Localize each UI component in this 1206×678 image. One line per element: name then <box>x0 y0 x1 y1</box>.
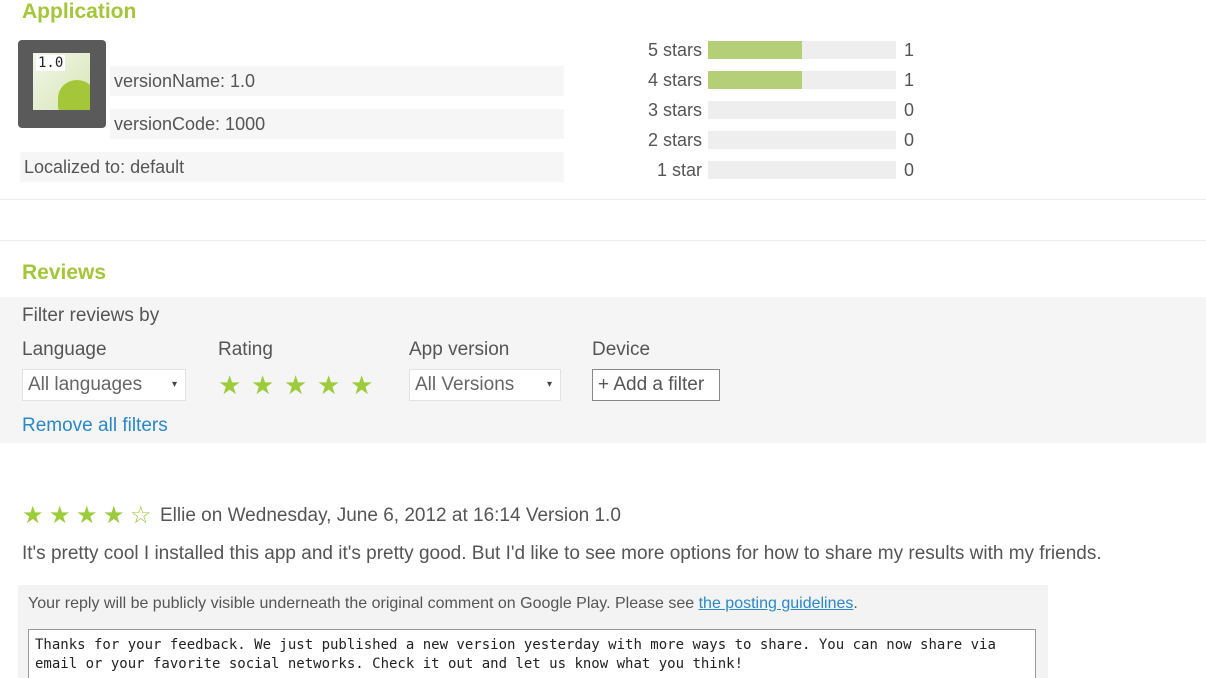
star-icon[interactable]: ★ <box>317 372 340 398</box>
android-robot-icon <box>58 80 90 110</box>
rating-count: 1 <box>904 70 915 90</box>
review-meta: Ellie on Wednesday, June 6, 2012 at 16:1… <box>160 505 621 526</box>
star-filled-icon: ★ <box>49 502 71 529</box>
remove-all-filters-link[interactable]: Remove all filters <box>22 415 168 437</box>
rating-bar-track <box>708 101 896 119</box>
rating-count: 0 <box>904 100 915 120</box>
app-version-select[interactable]: All Versions ▾ <box>409 369 561 401</box>
app-icon: 1.0 <box>18 40 106 128</box>
app-icon-label: 1.0 <box>36 55 66 71</box>
dropdown-caret-icon: ▾ <box>171 379 177 390</box>
rating-bar-track <box>708 71 896 89</box>
language-select-value: All languages <box>28 374 143 395</box>
reply-textarea[interactable]: Thanks for your feedback. We just publis… <box>28 629 1036 678</box>
reviews-panel: Reviews Filter reviews by Language All l… <box>0 240 1206 678</box>
dropdown-caret-icon: ▾ <box>546 379 552 390</box>
rating-label: 2 stars <box>647 130 702 150</box>
reviews-title: Reviews <box>22 261 107 284</box>
application-title: Application <box>22 0 137 23</box>
reply-note-text: Your reply will be publicly visible unde… <box>28 595 699 612</box>
review-body: It's pretty cool I installed this app an… <box>22 543 1102 564</box>
rating-label: 1 star <box>656 160 702 180</box>
rating-bar-fill <box>708 71 802 89</box>
rating-label: 3 stars <box>647 100 702 120</box>
android-icon: 1.0 <box>33 53 90 110</box>
localized-to: Localized to: default <box>20 152 564 182</box>
posting-guidelines-link[interactable]: the posting guidelines <box>699 595 854 612</box>
rating-bar-fill <box>708 41 802 59</box>
version-name: versionName: 1.0 <box>110 66 564 96</box>
star-icon[interactable]: ★ <box>350 372 373 398</box>
rating-count: 0 <box>904 130 915 150</box>
language-label: Language <box>22 339 107 360</box>
device-label: Device <box>592 339 651 360</box>
star-empty-icon: ☆ <box>130 502 152 529</box>
reply-note: Your reply will be publicly visible unde… <box>28 595 858 613</box>
rating-row: 3 stars 0 <box>636 99 936 121</box>
reply-box: Your reply will be publicly visible unde… <box>18 585 1048 678</box>
rating-row: 4 stars 1 <box>636 69 936 91</box>
rating-count: 1 <box>904 40 915 60</box>
star-filled-icon: ★ <box>22 502 44 529</box>
star-filled-icon: ★ <box>103 502 125 529</box>
rating-label: 5 stars <box>647 40 702 60</box>
rating-bar-track <box>708 161 896 179</box>
rating-row: 1 star 0 <box>636 159 936 181</box>
add-filter-button[interactable]: + Add a filter <box>592 369 720 401</box>
star-icon[interactable]: ★ <box>251 372 274 398</box>
language-select[interactable]: All languages ▾ <box>22 369 186 401</box>
star-filled-icon: ★ <box>76 502 98 529</box>
star-icon[interactable]: ★ <box>218 372 241 398</box>
rating-count: 0 <box>904 160 915 180</box>
filter-heading: Filter reviews by <box>22 305 160 326</box>
rating-row: 5 stars 1 <box>636 39 936 61</box>
star-icon[interactable]: ★ <box>284 372 307 398</box>
rating-bar-track <box>708 41 896 59</box>
reply-note-end: . <box>853 595 858 612</box>
rating-bar-track <box>708 131 896 149</box>
app-version-label: App version <box>409 339 510 360</box>
application-panel: Application 1.0 versionName: 1.0 version… <box>0 0 1206 200</box>
rating-row: 2 stars 0 <box>636 129 936 151</box>
rating-filter-label: Rating <box>218 339 273 360</box>
app-version-select-value: All Versions <box>415 374 515 395</box>
version-code: versionCode: 1000 <box>110 109 564 139</box>
rating-label: 4 stars <box>647 70 702 90</box>
